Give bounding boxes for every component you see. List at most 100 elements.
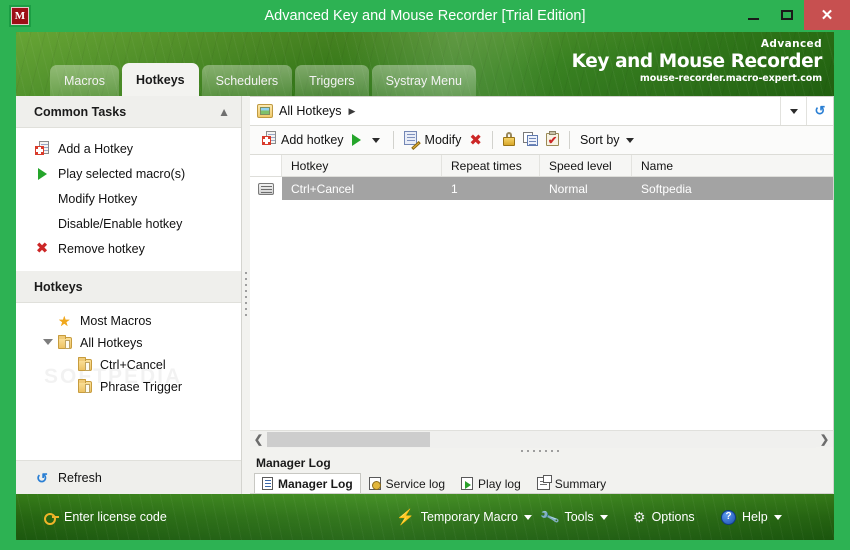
clipboard-button[interactable]: ✔ [542, 129, 563, 152]
lock-button[interactable] [499, 129, 519, 152]
enter-license-code-button[interactable]: Enter license code [44, 494, 167, 540]
delete-x-icon: ✖ [469, 130, 482, 149]
breadcrumb-separator-icon[interactable]: ▶ [349, 106, 356, 116]
tree-item-all-hotkeys[interactable]: All Hotkeys [16, 332, 241, 354]
maximize-button[interactable] [770, 0, 804, 30]
task-play-selected-macros[interactable]: Play selected macro(s) [16, 161, 241, 186]
brand-logo: Advanced Key and Mouse Recorder mouse-re… [571, 38, 823, 86]
sidebar-refresh-button[interactable]: ↺ Refresh [16, 460, 241, 494]
modify-button[interactable]: Modify [400, 129, 466, 152]
log-tab-label: Play log [478, 476, 521, 491]
cell-speed-level: Normal [549, 181, 588, 196]
tab-macros[interactable]: Macros [50, 65, 119, 96]
refresh-label: Refresh [58, 470, 102, 485]
tree-item-phrase-trigger[interactable]: Phrase Trigger [16, 376, 241, 398]
modify-label: Modify [424, 133, 462, 147]
add-page-icon [262, 131, 276, 149]
tab-summary[interactable]: Summary [529, 473, 614, 493]
breadcrumb-path[interactable]: All Hotkeys [279, 104, 342, 118]
splitter-grip [520, 449, 563, 452]
scrollbar-thumb[interactable] [267, 431, 430, 447]
tools-button[interactable]: 🔧 Tools [538, 494, 608, 540]
close-icon: ✕ [820, 6, 834, 24]
column-header-name[interactable]: Name [632, 155, 822, 176]
client-area: Common Tasks ▲ Add a Hotkey Play selecte… [16, 96, 834, 494]
chevron-up-double-icon[interactable]: ▲ [218, 106, 231, 118]
list-header-row: Hotkey Repeat times Speed level Name [250, 155, 833, 177]
key-icon [44, 511, 59, 525]
license-label: Enter license code [64, 510, 167, 524]
task-modify-hotkey[interactable]: Modify Hotkey [16, 186, 241, 211]
column-header-repeat-times[interactable]: Repeat times [442, 155, 540, 176]
column-label: Repeat times [451, 158, 522, 173]
copy-button[interactable] [519, 129, 542, 152]
folder-doc-icon [78, 357, 96, 371]
task-label: Add a Hotkey [58, 141, 134, 156]
lock-icon [502, 131, 515, 149]
refresh-icon: ↺ [36, 469, 48, 486]
brand-product-name: Key and Mouse Recorder [571, 51, 823, 72]
delete-button[interactable]: ✖ [465, 129, 486, 152]
brand-website-url: mouse-recorder.macro-expert.com [639, 73, 822, 84]
scroll-right-icon[interactable]: ❯ [816, 431, 833, 448]
tree-item-label: Phrase Trigger [100, 380, 182, 394]
sort-by-button[interactable]: Sort by [576, 129, 641, 152]
log-pane-splitter[interactable] [250, 447, 833, 454]
service-doc-icon [368, 477, 381, 490]
panel-splitter[interactable] [242, 96, 250, 494]
action-toolbar: Add hotkey Modify ✖ ✔ Sort by [250, 126, 833, 155]
task-remove-hotkey[interactable]: ✖ Remove hotkey [16, 236, 241, 261]
tab-service-log[interactable]: Service log [361, 473, 453, 493]
column-header-hotkey[interactable]: Hotkey [282, 155, 442, 176]
options-label: Options [651, 510, 695, 524]
task-disable-enable-hotkey[interactable]: Disable/Enable hotkey [16, 211, 241, 236]
tab-label: Triggers [309, 73, 355, 88]
tab-systray-menu[interactable]: Systray Menu [371, 65, 476, 96]
task-add-a-hotkey[interactable]: Add a Hotkey [16, 136, 241, 161]
copy-icon [522, 131, 538, 149]
horizontal-scrollbar[interactable]: ❮ ❯ [250, 430, 833, 448]
folder-image-icon [257, 104, 273, 118]
play-dropdown-button[interactable] [365, 129, 387, 152]
close-button[interactable]: ✕ [804, 0, 850, 30]
options-button[interactable]: ⚙ Options [633, 494, 695, 540]
window-controls: ✕ [736, 0, 850, 30]
keyboard-icon [258, 182, 274, 195]
task-label: Play selected macro(s) [58, 166, 186, 181]
table-row[interactable]: Ctrl+Cancel 1 Normal Softpedia [250, 177, 833, 200]
help-button[interactable]: ? Help [721, 494, 782, 540]
chevron-down-icon [625, 137, 634, 143]
tab-manager-log[interactable]: Manager Log [254, 473, 361, 493]
breadcrumb-refresh-button[interactable]: ↺ [806, 97, 833, 125]
minimize-button[interactable] [736, 0, 770, 30]
cell-name: Softpedia [641, 181, 692, 196]
play-button[interactable] [348, 129, 365, 152]
common-tasks-header[interactable]: Common Tasks ▲ [16, 96, 241, 128]
hotkey-list-view: Hotkey Repeat times Speed level Name Ctr… [250, 155, 833, 430]
breadcrumb-actions: ↺ [780, 97, 833, 125]
tab-label: Schedulers [215, 73, 279, 88]
expander-arrow-icon[interactable] [43, 339, 53, 345]
breadcrumb-dropdown-button[interactable] [780, 97, 806, 125]
toolbar-separator [392, 131, 394, 149]
tab-triggers[interactable]: Triggers [295, 65, 369, 96]
chevron-down-icon [523, 514, 532, 520]
no-icon [32, 216, 52, 232]
no-icon [32, 191, 52, 207]
tab-schedulers[interactable]: Schedulers [201, 65, 293, 96]
temporary-macro-button[interactable]: ⚡ Temporary Macro [396, 494, 532, 540]
scrollbar-track[interactable] [267, 430, 816, 448]
main-panel: All Hotkeys ▶ ↺ Add hotkey Modify ✖ ✔ So… [250, 96, 834, 494]
gears-icon: ⚙ [633, 509, 646, 525]
tree-item-most-macros[interactable]: ★ Most Macros [16, 310, 241, 332]
tree-item-ctrl-cancel[interactable]: Ctrl+Cancel [16, 354, 241, 376]
hotkeys-section-header[interactable]: Hotkeys [16, 271, 241, 303]
scroll-left-icon[interactable]: ❮ [250, 431, 267, 448]
add-hotkey-button[interactable]: Add hotkey [258, 129, 348, 152]
column-header-speed-level[interactable]: Speed level [540, 155, 632, 176]
summary-doc-icon [536, 475, 552, 490]
tab-play-log[interactable]: Play log [453, 473, 529, 493]
tab-hotkeys[interactable]: Hotkeys [121, 63, 199, 96]
play-green-icon [32, 166, 52, 182]
wrench-icon: 🔧 [538, 506, 561, 528]
